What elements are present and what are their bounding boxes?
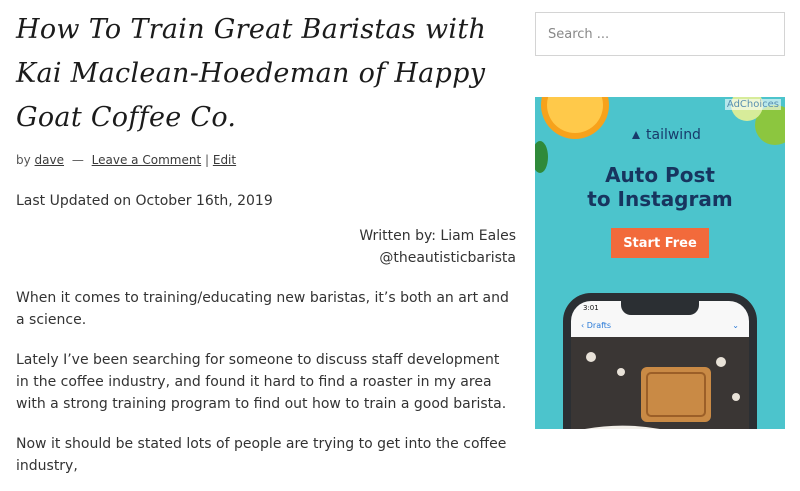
search-placeholder: Search ... — [548, 26, 610, 42]
paragraph-3: Now it should be stated lots of people a… — [16, 436, 507, 474]
byline-by: by — [16, 153, 31, 167]
picnic-image — [571, 337, 749, 429]
chevron-down-icon: ⌄ — [732, 321, 739, 330]
ad-headline: Auto Post to Instagram — [535, 163, 785, 211]
brand-name: tailwind — [646, 127, 701, 143]
search-input[interactable]: Search ... — [535, 12, 785, 56]
paragraph-1: When it comes to training/educating new … — [16, 290, 509, 328]
phone-time: 3:01 — [583, 304, 599, 312]
tailwind-logo: tailwind — [630, 127, 701, 143]
leave-comment-link[interactable]: Leave a Comment — [92, 153, 201, 167]
written-by: Written by: Liam Eales — [359, 228, 516, 244]
advertisement[interactable]: AdChoices tailwind Auto Post to Instagra… — [535, 97, 785, 429]
adchoices-label[interactable]: AdChoices — [724, 99, 781, 110]
byline-pipe: | — [204, 153, 210, 167]
phone-back-link: ‹ Drafts — [581, 321, 612, 330]
last-updated: Last Updated on October 16th, 2019 — [16, 193, 273, 209]
author-credit: Written by: Liam Eales @theautisticbaris… — [16, 225, 516, 269]
basket-icon — [641, 367, 711, 422]
phone-mockup: 3:01 ‹ Drafts ⌄ — [563, 293, 757, 429]
phone-notch — [621, 301, 699, 315]
ad-headline-line2: to Instagram — [587, 187, 733, 211]
author-handle: @theautisticbarista — [379, 250, 516, 266]
edit-link[interactable]: Edit — [213, 153, 236, 167]
phone-photo — [571, 337, 749, 429]
ad-headline-line1: Auto Post — [605, 163, 715, 187]
tailwind-icon — [632, 131, 640, 139]
article-content: How To Train Great Baristas with Kai Mac… — [16, 0, 524, 491]
start-free-button[interactable]: Start Free — [611, 228, 709, 258]
phone-back-label: Drafts — [586, 321, 612, 330]
article-title: How To Train Great Baristas with Kai Mac… — [16, 14, 487, 133]
phone-screen: 3:01 ‹ Drafts ⌄ — [571, 301, 749, 429]
sidebar: Search ... — [535, 12, 785, 56]
byline: by dave — Leave a Comment | Edit — [16, 152, 524, 168]
paragraph-2: Lately I’ve been searching for someone t… — [16, 352, 507, 412]
byline-separator: — — [71, 153, 84, 167]
author-link[interactable]: dave — [35, 153, 64, 167]
